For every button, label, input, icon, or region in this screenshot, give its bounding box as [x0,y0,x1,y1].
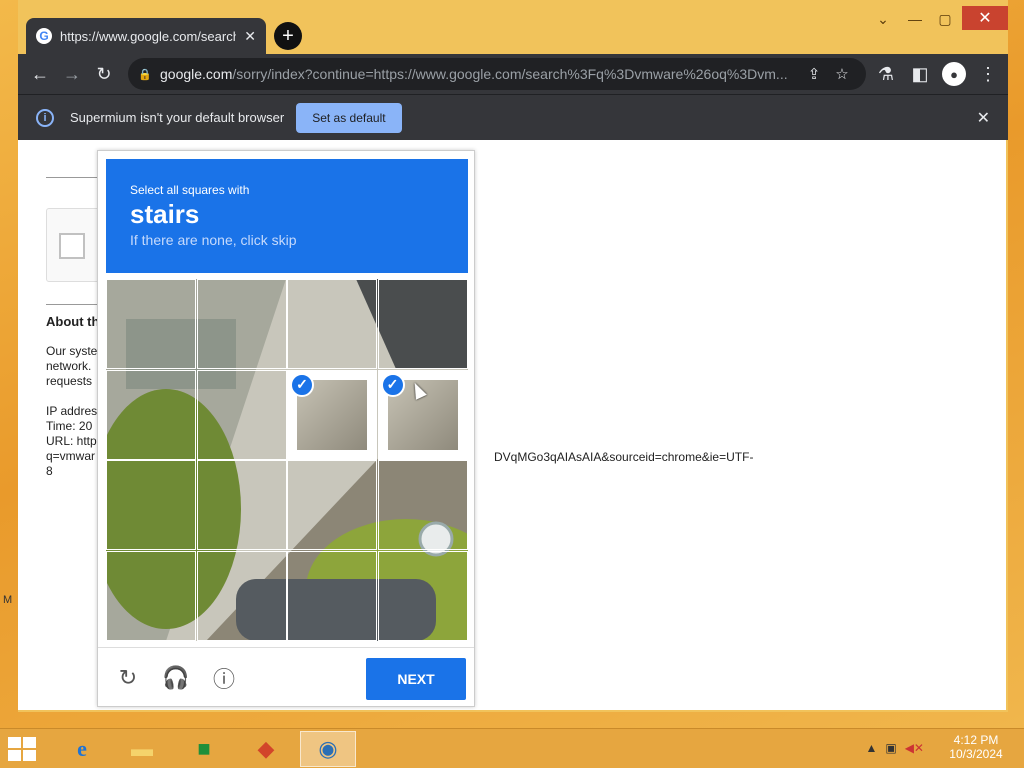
chevron-down-icon[interactable]: ⌄ [868,8,898,30]
page-line: requests [46,374,93,388]
challenge-target: stairs [130,199,200,229]
page-line: URL: http [46,434,97,448]
page-line: IP addres [46,404,98,418]
windows-start-icon[interactable] [8,737,36,761]
clock-date: 10/3/2024 [949,747,1003,761]
default-browser-infobar: i Supermium isn't your default browser S… [18,94,1008,140]
tab-google[interactable]: G https://www.google.com/search ✕ [26,18,266,54]
captcha-tile[interactable] [287,460,377,550]
checkmark-icon: ✓ [380,372,405,397]
captcha-tile[interactable] [196,460,287,550]
captcha-tile[interactable]: ✓ [287,369,377,460]
page-line: network. [46,359,92,373]
menu-dots-icon[interactable]: ⋮ [972,58,1004,90]
info-circle-icon[interactable]: ⓘ [210,664,238,692]
url-tail-text: DVqMGo3qAIAsAIA&sourceid=chrome&ie=UTF- [494,450,754,464]
side-panel-icon[interactable]: ◧ [904,58,936,90]
captcha-tile[interactable] [377,279,468,369]
google-favicon-icon: G [36,28,52,44]
audio-headphones-icon[interactable]: 🎧 [162,664,190,692]
profile-avatar-icon[interactable]: ● [942,62,966,86]
challenge-subtext: If there are none, click skip [130,232,297,248]
address-bar[interactable]: 🔒 google.com/sorry/index?continue=https:… [128,58,866,90]
captcha-tile[interactable] [106,550,196,641]
forward-arrow-icon[interactable]: → [56,58,88,90]
captcha-tile[interactable] [287,279,377,369]
tray-arrow-icon[interactable]: ▲ [865,741,877,755]
maximize-button[interactable]: ▢ [930,8,960,30]
internet-explorer-icon[interactable]: e [54,731,110,767]
reload-challenge-icon[interactable]: ↻ [114,664,142,692]
app-fox-icon[interactable]: ◆ [238,731,294,767]
page-line: Our syste [46,344,98,358]
next-button[interactable]: NEXT [366,658,466,700]
system-tray: ▲ ▣ ◀✕ [865,741,924,755]
share-icon[interactable]: ⇪ [800,65,828,83]
page-line: q=vmwar [46,449,96,463]
minimize-button[interactable]: — [900,8,930,30]
page-line: Time: 20 [46,419,93,433]
url-text: google.com/sorry/index?continue=https://… [160,66,788,82]
challenge-footer: ↻ 🎧 ⓘ NEXT [98,647,474,707]
captcha-tile[interactable] [196,369,287,460]
recaptcha-challenge: Select all squares with stairs If there … [97,150,475,707]
captcha-tile[interactable] [106,460,196,550]
captcha-tile[interactable] [106,369,196,460]
reload-icon[interactable]: ↻ [88,58,120,90]
browser-toolbar: ← → ↻ 🔒 google.com/sorry/index?continue=… [18,54,1008,94]
volume-muted-icon[interactable]: ◀✕ [905,741,924,755]
about-heading: About th [46,314,100,329]
captcha-tile[interactable] [377,460,468,550]
infobar-text: Supermium isn't your default browser [70,110,285,125]
taskbar: e ▬ ■ ◆ ◉ ▲ ▣ ◀✕ 4:12 PM 10/3/2024 [0,728,1024,768]
captcha-tile[interactable]: ✓ [377,369,468,460]
network-icon[interactable]: ▣ [885,741,896,755]
taskbar-clock[interactable]: 4:12 PM 10/3/2024 [936,733,1016,761]
captcha-tile[interactable] [287,550,377,641]
captcha-tile[interactable] [196,279,287,369]
clock-time: 4:12 PM [953,733,999,747]
new-tab-button[interactable]: + [274,22,302,50]
close-infobar-icon[interactable]: ✕ [977,108,990,128]
store-icon[interactable]: ■ [176,731,232,767]
set-as-default-button[interactable]: Set as default [296,102,402,133]
supermium-browser-icon[interactable]: ◉ [300,731,356,767]
recaptcha-checkbox[interactable] [59,233,85,259]
desktop-edge-text: M [3,594,13,606]
page-line: 8 [46,464,53,478]
close-window-button[interactable]: ✕ [962,6,1008,30]
info-icon: i [36,108,54,127]
back-arrow-icon[interactable]: ← [24,58,56,90]
file-explorer-icon[interactable]: ▬ [114,731,170,767]
challenge-image-grid: ✓ ✓ [106,279,468,641]
challenge-header: Select all squares with stairs If there … [106,159,468,273]
tab-close-icon[interactable]: ✕ [244,28,256,45]
tab-title: https://www.google.com/search [60,28,237,44]
checkmark-icon: ✓ [290,372,314,397]
lock-icon: 🔒 [138,69,152,81]
challenge-instruction: Select all squares with [130,183,250,197]
captcha-tile[interactable] [196,550,287,641]
captcha-tile[interactable] [106,279,196,369]
star-icon[interactable]: ☆ [828,65,856,83]
captcha-tile[interactable] [377,550,468,641]
flask-icon[interactable]: ⚗ [870,58,902,90]
